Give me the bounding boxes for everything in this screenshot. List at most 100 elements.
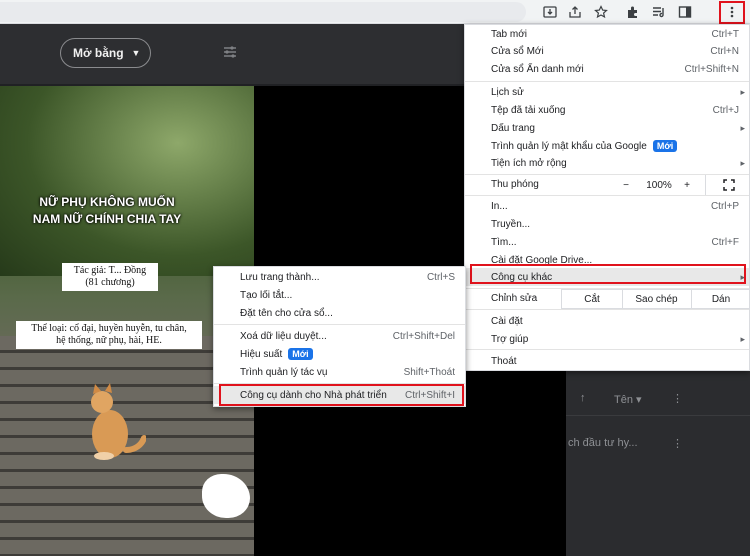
submenu-clear-data-shortcut: Ctrl+Shift+Del (392, 330, 455, 342)
extensions-icon[interactable] (624, 3, 642, 21)
submenu-save-page-label: Lưu trang thành... (240, 271, 320, 283)
cover-trees (0, 86, 254, 276)
file-item[interactable]: ch đầu tư hy... (568, 437, 638, 449)
menu-zoom-label: Thu phóng (491, 179, 539, 190)
submenu-clear-data[interactable]: Xoá dữ liệu duyệt... Ctrl+Shift+Del (214, 327, 465, 345)
filter-icon[interactable] (222, 44, 238, 60)
zoom-in-button[interactable]: + (677, 175, 697, 195)
menu-new-window[interactable]: Cửa sổ Mới Ctrl+N (465, 42, 749, 60)
menu-incognito-shortcut: Ctrl+Shift+N (684, 63, 739, 75)
open-with-button[interactable]: Mở bằng ▼ (60, 38, 151, 68)
more-icon[interactable]: ⋮ (672, 392, 683, 405)
sort-label[interactable]: Tên ▾ (614, 393, 642, 406)
menu-print-label: In... (491, 200, 508, 212)
copy-button[interactable]: Sao chép (622, 289, 692, 309)
menu-new-tab-label: Tab mới (491, 28, 528, 40)
chevron-right-icon: ▸ (740, 157, 745, 168)
side-panel-divider (566, 415, 750, 416)
menu-divider (465, 309, 749, 310)
menu-history-label: Lịch sử (491, 86, 524, 98)
kebab-highlight-box (719, 1, 745, 24)
menu-edit-row: Chỉnh sửa Cắt Sao chép Dán (465, 289, 750, 309)
menu-divider (465, 349, 749, 350)
sort-label-text: Tên (614, 394, 633, 406)
cover-author-line2: (81 chương) (85, 277, 135, 288)
menu-find-shortcut: Ctrl+F (711, 236, 740, 248)
zoom-value: 100% (646, 179, 672, 191)
menu-passwords-text: Trình quản lý mật khẩu của Google (491, 141, 647, 152)
chevron-right-icon: ▸ (740, 86, 745, 97)
menu-new-window-label: Cửa sổ Mới (491, 45, 544, 57)
file-more-icon[interactable]: ⋮ (672, 437, 683, 450)
menu-zoom-row: Thu phóng − 100% + (465, 175, 749, 195)
star-icon[interactable] (592, 3, 610, 21)
menu-extensions[interactable]: Tiện ích mở rộng ▸ (465, 154, 749, 172)
menu-downloads[interactable]: Tệp đã tải xuống Ctrl+J (465, 101, 749, 119)
menu-new-window-shortcut: Ctrl+N (710, 45, 739, 57)
submenu-clear-data-label: Xoá dữ liệu duyệt... (240, 330, 327, 342)
cover-genre: Thể loại: cổ đại, huyền huyễn, tu chân, … (16, 321, 202, 349)
menu-passwords[interactable]: Trình quản lý mật khẩu của Google Mới (465, 137, 749, 155)
censor-blob (202, 474, 250, 518)
menu-help-label: Trợ giúp (491, 333, 529, 345)
menu-incognito[interactable]: Cửa sổ Ẩn danh mới Ctrl+Shift+N (465, 60, 749, 78)
submenu-performance-text: Hiệu suất (240, 349, 283, 360)
menu-settings-label: Cài đặt (491, 315, 523, 327)
zoom-out-button[interactable]: − (611, 175, 641, 195)
cover-title-line1: NỮ PHỤ KHÔNG MUỐN (39, 195, 175, 209)
menu-settings[interactable]: Cài đặt (465, 312, 749, 330)
menu-passwords-label: Trình quản lý mật khẩu của Google Mới (491, 140, 678, 152)
cover-title: NỮ PHỤ KHÔNG MUỐN NAM NỮ CHÍNH CHIA TAY (28, 194, 186, 228)
cover-title-line2: NAM NỮ CHÍNH CHIA TAY (32, 212, 182, 226)
menu-incognito-label: Cửa sổ Ẩn danh mới (491, 63, 584, 75)
submenu-save-page[interactable]: Lưu trang thành... Ctrl+S (214, 268, 465, 286)
submenu-save-page-shortcut: Ctrl+S (426, 271, 455, 283)
submenu-task-manager[interactable]: Trình quản lý tác vụ Shift+Thoát (214, 363, 465, 381)
paste-button[interactable]: Dán (691, 289, 750, 309)
menu-find[interactable]: Tìm... Ctrl+F (465, 233, 749, 251)
menu-cast[interactable]: Truyền... (465, 215, 749, 233)
menu-downloads-label: Tệp đã tải xuống (491, 104, 566, 116)
fullscreen-icon[interactable] (705, 175, 750, 195)
menu-divider (465, 195, 749, 196)
open-with-label: Mở bằng (73, 46, 124, 60)
menu-print[interactable]: In... Ctrl+P (465, 197, 749, 215)
menu-edit-label: Chỉnh sửa (491, 293, 538, 304)
cover-author-line1: Tác giả: T... Đồng (73, 265, 147, 276)
new-badge: Mới (652, 140, 678, 152)
chevron-right-icon: ▸ (740, 122, 745, 133)
install-icon[interactable] (541, 3, 559, 21)
menu-exit[interactable]: Thoát (465, 352, 749, 370)
menu-new-tab[interactable]: Tab mới Ctrl+T (465, 25, 749, 43)
address-bar[interactable] (0, 2, 526, 22)
menu-find-label: Tìm... (491, 236, 517, 248)
submenu-create-shortcut[interactable]: Tạo lối tắt... (214, 286, 465, 304)
menu-divider (214, 324, 465, 325)
cat-illustration (91, 383, 146, 460)
menu-new-tab-shortcut: Ctrl+T (711, 28, 740, 40)
submenu-create-shortcut-label: Tạo lối tắt... (240, 289, 293, 301)
chrome-main-menu: Tab mới Ctrl+T Cửa sổ Mới Ctrl+N Cửa sổ Ẩn… (464, 24, 750, 371)
chevron-right-icon: ▸ (740, 333, 745, 344)
menu-cast-label: Truyền... (491, 218, 531, 230)
menu-print-shortcut: Ctrl+P (710, 200, 739, 212)
menu-bookmarks-label: Dấu trang (491, 122, 535, 134)
menu-downloads-shortcut: Ctrl+J (712, 104, 739, 116)
cut-button[interactable]: Cắt (561, 289, 623, 309)
reading-list-icon[interactable] (650, 3, 668, 21)
submenu-name-window[interactable]: Đặt tên cho cửa sổ... (214, 304, 465, 322)
menu-bookmarks[interactable]: Dấu trang ▸ (465, 119, 749, 137)
sort-arrow-icon[interactable]: ↑ (580, 392, 586, 404)
submenu-task-manager-label: Trình quản lý tác vụ (240, 366, 328, 378)
menu-history[interactable]: Lịch sử ▸ (465, 83, 749, 101)
cover-genre-line1: Thể loại: cổ đại, huyền huyễn, tu chân, (31, 323, 187, 334)
cover-author: Tác giả: T... Đồng (81 chương) (62, 263, 158, 291)
dev-tools-highlight-box (219, 384, 464, 406)
submenu-task-manager-shortcut: Shift+Thoát (403, 366, 455, 378)
side-panel-icon[interactable] (676, 3, 694, 21)
menu-divider (465, 81, 749, 82)
submenu-performance[interactable]: Hiệu suất Mới (214, 345, 465, 363)
menu-help[interactable]: Trợ giúp ▸ (465, 330, 749, 348)
share-icon[interactable] (566, 3, 584, 21)
submenu-name-window-label: Đặt tên cho cửa sổ... (240, 307, 333, 319)
